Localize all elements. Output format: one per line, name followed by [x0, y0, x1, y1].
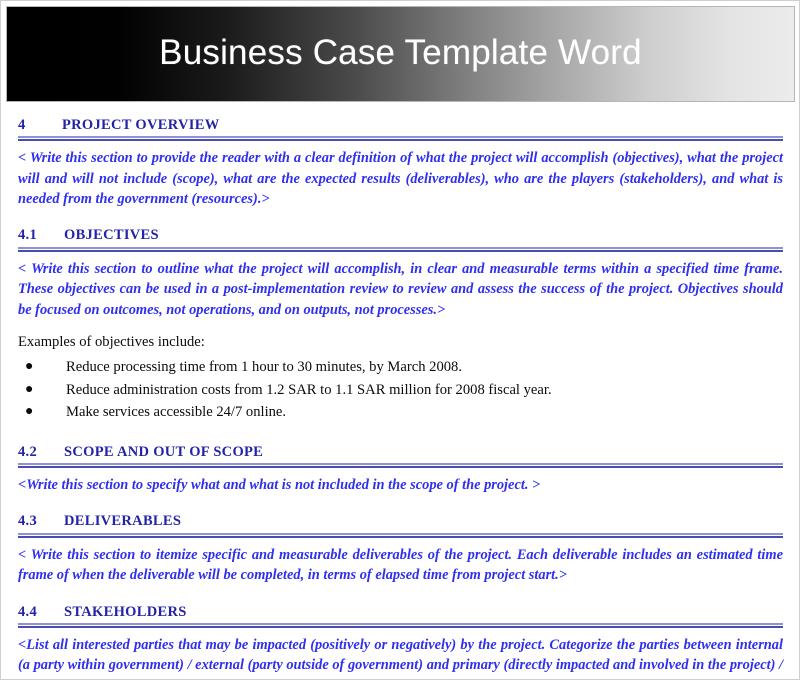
section-body-4-2: <Write this section to specify what and … — [18, 477, 541, 494]
section-title: STAKEHOLDERS — [64, 603, 187, 620]
section-number: 4 — [18, 117, 26, 133]
document-body: 4 PROJECT OVERVIEW < Write this section … — [1, 108, 799, 679]
heading-rule — [18, 622, 783, 628]
bullet-icon: ● — [25, 403, 34, 419]
section-number: 4.3 — [18, 513, 38, 530]
section-body-4: < Write this section to provide the read… — [18, 150, 783, 208]
section-body-4-4: <List all interested parties that may be… — [18, 636, 783, 679]
heading-rule — [18, 463, 783, 469]
bullet-icon: ● — [25, 381, 34, 397]
list-item: ● Make services accessible 24/7 online. — [18, 401, 783, 423]
section-number: 4.4 — [18, 603, 38, 620]
list-item-label: Make services accessible 24/7 online. — [66, 403, 287, 420]
list-item-label: Reduce administration costs from 1.2 SAR… — [66, 381, 552, 398]
document-page: Business Case Template Word 4 PROJECT OV… — [0, 0, 800, 680]
section-title: DELIVERABLES — [64, 513, 182, 530]
heading-rule — [18, 532, 783, 538]
section-title: SCOPE AND OUT OF SCOPE — [64, 443, 264, 460]
section-heading-4-1: 4.1 OBJECTIVES — [18, 226, 783, 244]
heading-rule — [18, 246, 783, 252]
section-heading-4: 4 PROJECT OVERVIEW — [18, 116, 783, 134]
section-title: PROJECT OVERVIEW — [62, 117, 220, 133]
header-banner-gradient: Business Case Template Word — [6, 6, 795, 102]
section-body-4-1: < Write this section to outline what the… — [18, 260, 783, 318]
examples-intro: Examples of objectives include: — [18, 333, 205, 350]
section-heading-4-2: 4.2 SCOPE AND OUT OF SCOPE — [18, 443, 783, 461]
heading-rule — [18, 136, 783, 142]
bullet-icon: ● — [25, 359, 34, 375]
section-number: 4.2 — [18, 443, 38, 460]
list-item: ● Reduce processing time from 1 hour to … — [18, 356, 783, 378]
section-number: 4.1 — [18, 227, 38, 244]
list-item: ● Reduce administration costs from 1.2 S… — [18, 379, 783, 401]
section-heading-4-3: 4.3 DELIVERABLES — [18, 512, 783, 530]
page-title: Business Case Template Word — [159, 32, 642, 72]
list-item-label: Reduce processing time from 1 hour to 30… — [66, 359, 462, 376]
header-banner-container: Business Case Template Word — [1, 1, 799, 108]
objectives-list: ● Reduce processing time from 1 hour to … — [18, 356, 783, 423]
section-body-4-3: < Write this section to itemize specific… — [18, 546, 783, 584]
section-title: OBJECTIVES — [64, 227, 159, 244]
section-heading-4-4: 4.4 STAKEHOLDERS — [18, 603, 783, 621]
